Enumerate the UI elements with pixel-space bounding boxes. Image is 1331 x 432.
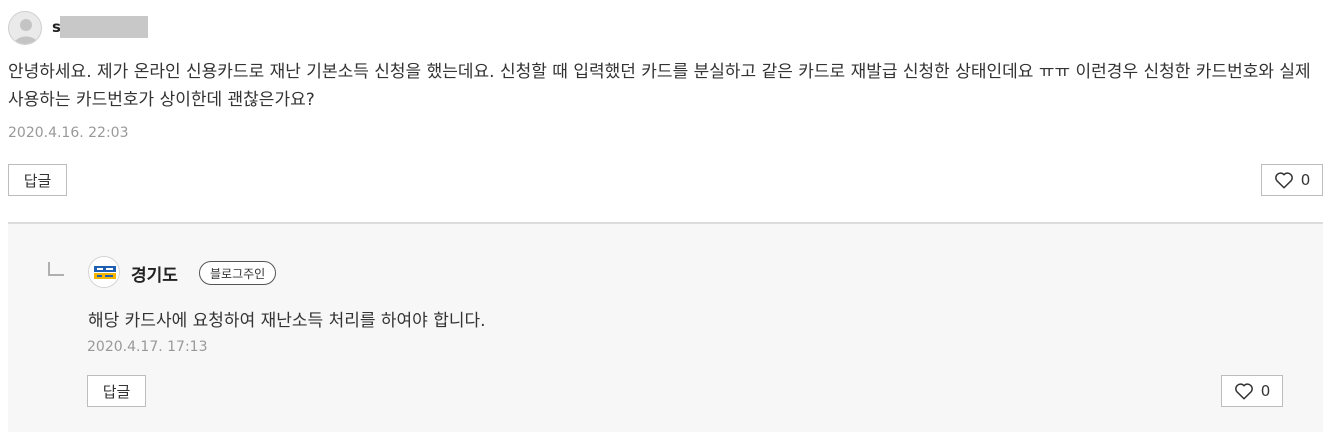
like-button[interactable]: 0 (1261, 164, 1323, 196)
comment-date: 2020.4.16. 22:03 (8, 125, 129, 141)
reply-text: 해당 카드사에 요청하여 재난소득 처리를 하여야 합니다. (88, 311, 486, 331)
reply-button-label: 답글 (23, 171, 52, 190)
reply-button[interactable]: 답글 (8, 164, 67, 196)
blog-owner-badge: 블로그주인 (199, 261, 277, 285)
like-button[interactable]: 0 (1221, 375, 1283, 407)
reply-elbow-icon (48, 262, 64, 276)
reply-button-label: 답글 (102, 382, 131, 401)
gyeonggi-logo-icon[interactable] (88, 256, 120, 288)
like-count: 0 (1260, 382, 1271, 400)
heart-icon (1234, 382, 1254, 400)
comment-text: 안녕하세요. 제가 온라인 신용카드로 재난 기본소득 신청을 했는데요. 신청… (8, 62, 1311, 110)
like-count: 0 (1300, 171, 1311, 189)
user-avatar-icon[interactable] (8, 11, 42, 45)
reply-author[interactable]: 경기도 (131, 261, 178, 286)
reply-button[interactable]: 답글 (87, 375, 146, 407)
redacted-author-name (60, 16, 148, 38)
reply-date: 2020.4.17. 17:13 (87, 339, 208, 355)
heart-icon (1274, 171, 1294, 189)
